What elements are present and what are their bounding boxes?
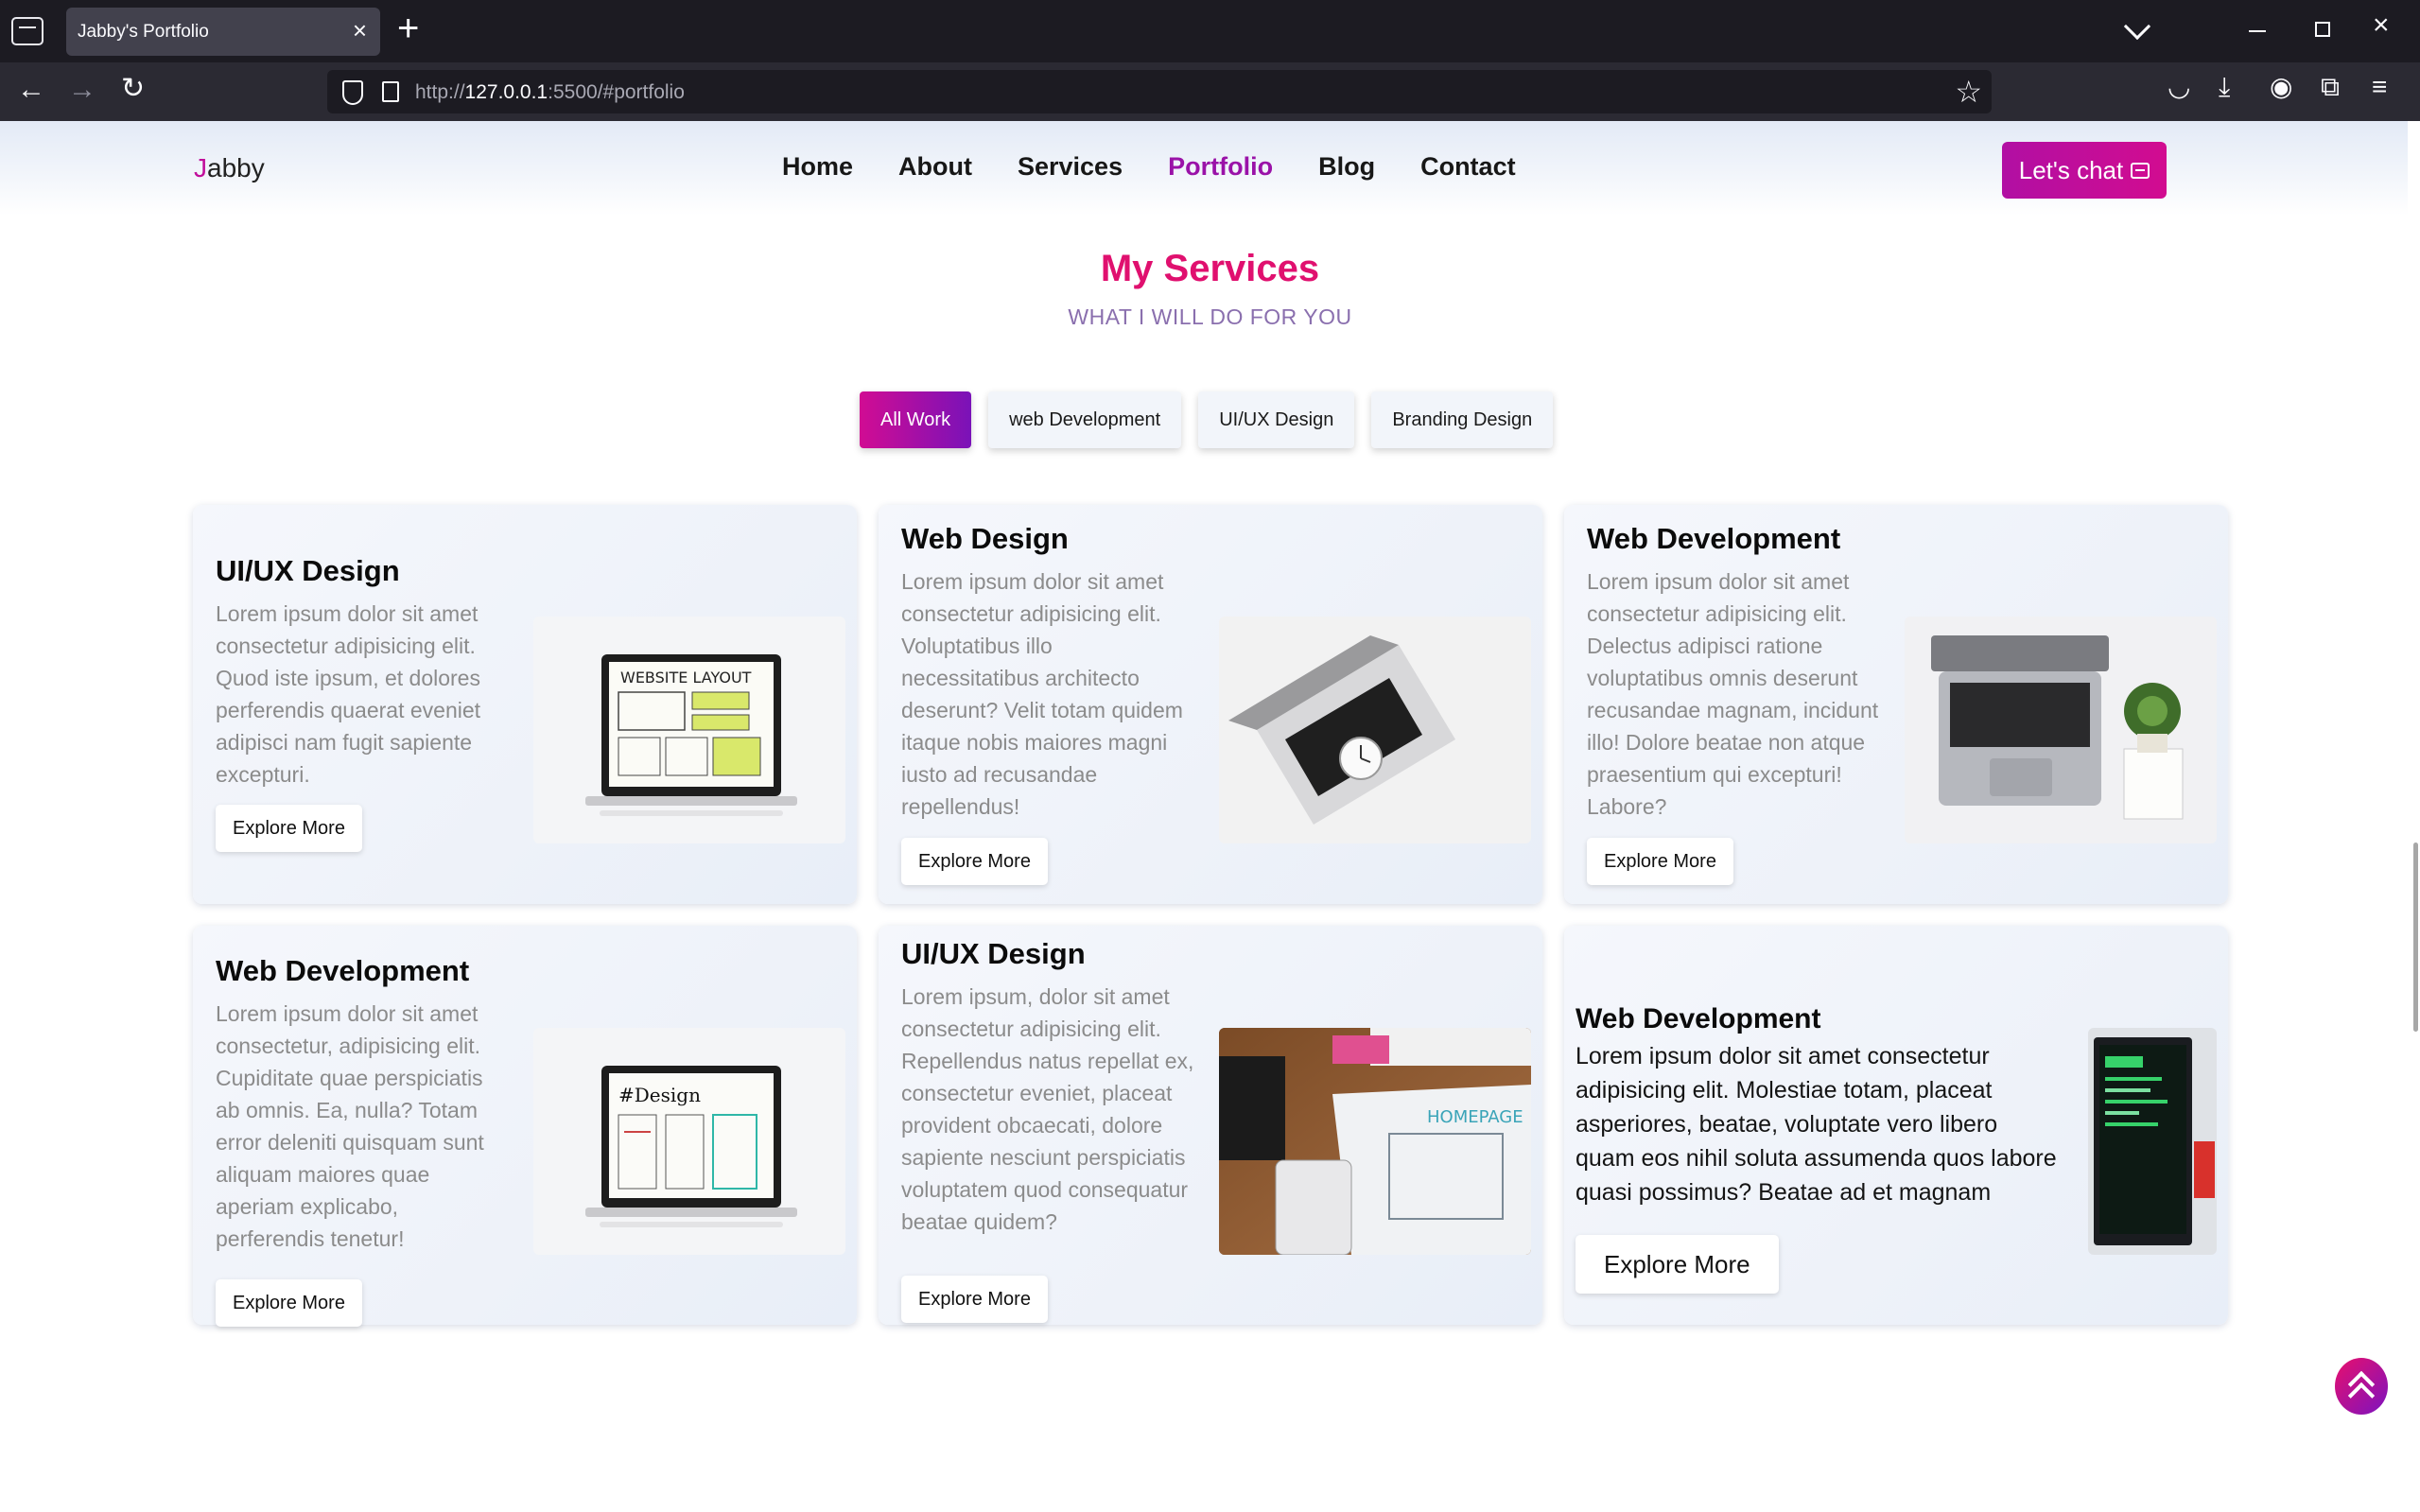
window-close-icon[interactable]: × bbox=[2373, 11, 2390, 40]
card-title: UI/UX Design bbox=[901, 937, 1086, 970]
svg-text:WEBSITE LAYOUT: WEBSITE LAYOUT bbox=[620, 669, 752, 686]
explore-more-button[interactable]: Explore More bbox=[216, 805, 362, 852]
star-icon[interactable]: ☆ bbox=[1955, 74, 1982, 110]
card-text: Lorem ipsum dolor sit amet consectetur, … bbox=[216, 1001, 484, 1251]
menu-icon[interactable]: ≡ bbox=[2372, 74, 2387, 100]
browser-tab-bar: Jabby's Portfolio × + × bbox=[0, 0, 2420, 62]
card-image: #Design bbox=[533, 1028, 845, 1255]
tab-title: Jabby's Portfolio bbox=[78, 22, 209, 42]
card-title: Web Development bbox=[1576, 1003, 1821, 1034]
card-text: Lorem ipsum dolor sit amet consectetur a… bbox=[216, 601, 481, 787]
page-scrollbar[interactable] bbox=[2413, 843, 2418, 1032]
lets-chat-label: Let's chat bbox=[2018, 155, 2124, 184]
portfolio-filters: All Work web Development UI/UX Design Br… bbox=[860, 391, 1554, 448]
card-image: HOMEPAGE bbox=[1219, 1028, 1531, 1255]
filter-all-work[interactable]: All Work bbox=[860, 391, 972, 448]
url-text[interactable]: http://127.0.0.1:5500/#portfolio bbox=[415, 81, 685, 104]
nav-portfolio[interactable]: Portfolio bbox=[1168, 152, 1273, 182]
chat-icon bbox=[2131, 162, 2150, 179]
svg-text:HOMEPAGE: HOMEPAGE bbox=[1427, 1107, 1523, 1127]
address-bar[interactable]: http://127.0.0.1:5500/#portfolio ☆ bbox=[327, 70, 1992, 113]
card-text: Lorem ipsum dolor sit amet consectetur a… bbox=[901, 569, 1183, 819]
portfolio-card: Web Design Lorem ipsum dolor sit amet co… bbox=[879, 505, 1542, 904]
portfolio-card: Web Development Lorem ipsum dolor sit am… bbox=[1564, 926, 2228, 1325]
scroll-top-icon[interactable] bbox=[2335, 1358, 2388, 1415]
account-icon[interactable]: ◉ bbox=[2270, 74, 2292, 100]
nav-blog[interactable]: Blog bbox=[1318, 152, 1375, 182]
nav-contact[interactable]: Contact bbox=[1420, 152, 1516, 182]
browser-nav-bar: ← → ↻ http://127.0.0.1:5500/#portfolio ☆… bbox=[0, 62, 2420, 121]
close-icon[interactable]: × bbox=[353, 18, 367, 43]
site-header: Jabby Home About Services Portfolio Blog… bbox=[0, 121, 2408, 216]
card-title: Web Design bbox=[901, 522, 1069, 555]
logo[interactable]: Jabby bbox=[194, 153, 265, 183]
minimize-icon[interactable] bbox=[2249, 30, 2266, 32]
url-prefix: http:// bbox=[415, 81, 465, 103]
portfolio-card: Web Development Lorem ipsum dolor sit am… bbox=[1564, 505, 2228, 904]
filter-ui-ux-design[interactable]: UI/UX Design bbox=[1198, 391, 1355, 448]
pocket-icon[interactable]: ◡ bbox=[2168, 74, 2190, 100]
section-subtitle: WHAT I WILL DO FOR YOU bbox=[1068, 304, 1352, 329]
lets-chat-button[interactable]: Let's chat bbox=[2002, 142, 2167, 199]
card-image bbox=[1905, 617, 2217, 843]
nav-home[interactable]: Home bbox=[782, 152, 853, 182]
reload-icon[interactable]: ↻ bbox=[121, 75, 145, 103]
logo-initial: J bbox=[194, 153, 207, 182]
extensions-icon[interactable]: ⧉ bbox=[2321, 74, 2340, 100]
url-rest: :5500/#portfolio bbox=[548, 81, 685, 103]
tab-list-icon[interactable] bbox=[11, 17, 44, 45]
chevron-down-icon[interactable] bbox=[2123, 12, 2151, 41]
nav-about[interactable]: About bbox=[898, 152, 972, 182]
card-image bbox=[2088, 1028, 2217, 1255]
explore-more-button[interactable]: Explore More bbox=[216, 1279, 362, 1327]
explore-more-button[interactable]: Explore More bbox=[1576, 1235, 1779, 1294]
maximize-icon[interactable] bbox=[2315, 22, 2330, 37]
section-title: My Services bbox=[1100, 248, 1320, 289]
logo-text: abby bbox=[207, 153, 265, 182]
url-host: 127.0.0.1 bbox=[464, 81, 548, 103]
card-image: WEBSITE LAYOUT bbox=[533, 617, 845, 843]
svg-text:#Design: #Design bbox=[618, 1084, 701, 1106]
plus-icon[interactable]: + bbox=[397, 9, 419, 47]
main-menu: Home About Services Portfolio Blog Conta… bbox=[782, 152, 1516, 182]
portfolio-card: UI/UX Design Lorem ipsum dolor sit amet … bbox=[193, 505, 857, 904]
explore-more-button[interactable]: Explore More bbox=[901, 1276, 1048, 1323]
explore-more-button[interactable]: Explore More bbox=[901, 838, 1048, 885]
card-image bbox=[1219, 617, 1531, 843]
filter-web-development[interactable]: web Development bbox=[988, 391, 1182, 448]
shield-icon[interactable] bbox=[342, 80, 363, 105]
card-text: Lorem ipsum dolor sit amet consectetur a… bbox=[1576, 1043, 2057, 1217]
back-icon[interactable]: ← bbox=[17, 76, 45, 104]
web-page: Jabby Home About Services Portfolio Blog… bbox=[0, 121, 2420, 1512]
card-title: Web Development bbox=[216, 954, 470, 987]
portfolio-card: Web Development Lorem ipsum dolor sit am… bbox=[193, 926, 857, 1327]
card-text: Lorem ipsum, dolor sit amet consectetur … bbox=[901, 984, 1194, 1234]
portfolio-card: UI/UX Design Lorem ipsum, dolor sit amet… bbox=[879, 926, 1542, 1325]
filter-branding-design[interactable]: Branding Design bbox=[1371, 391, 1554, 448]
card-text: Lorem ipsum dolor sit amet consectetur a… bbox=[1587, 569, 1879, 819]
download-icon[interactable]: ⤓ bbox=[2219, 74, 2230, 100]
browser-tab[interactable]: Jabby's Portfolio × bbox=[66, 8, 380, 56]
card-title: Web Development bbox=[1587, 522, 1841, 555]
card-title: UI/UX Design bbox=[216, 554, 400, 587]
nav-services[interactable]: Services bbox=[1018, 152, 1123, 182]
forward-icon[interactable]: → bbox=[68, 76, 96, 104]
explore-more-button[interactable]: Explore More bbox=[1587, 838, 1733, 885]
page-icon[interactable] bbox=[382, 81, 399, 102]
